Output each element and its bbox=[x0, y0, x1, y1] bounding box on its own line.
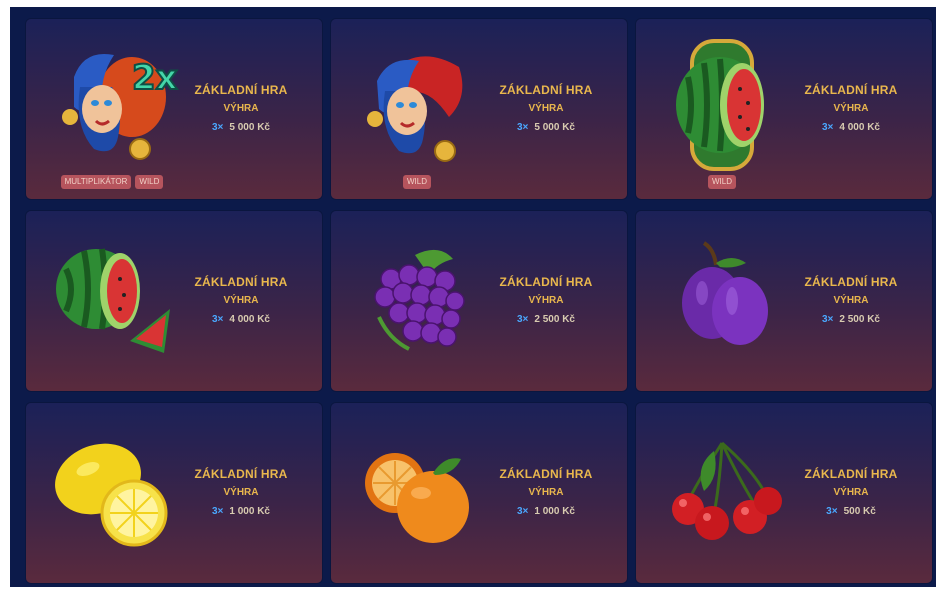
watermelon-icon bbox=[44, 229, 180, 365]
symbol-card-framed-watermelon: ZÁKLADNÍ HRA VÝHRA 3× 4 000 Kč WILD bbox=[636, 19, 932, 199]
match-count: 3× bbox=[822, 314, 834, 325]
payout-line: 3× 4 000 Kč bbox=[796, 122, 906, 134]
match-count: 3× bbox=[212, 506, 224, 517]
match-count: 3× bbox=[517, 122, 529, 133]
game-mode-label: ZÁKLADNÍ HRA bbox=[194, 275, 288, 289]
framed-watermelon-icon bbox=[654, 37, 790, 173]
win-label: VÝHRA bbox=[223, 295, 259, 306]
payout-line: 3× 2 500 Kč bbox=[796, 314, 906, 326]
symbol-badges: WILD bbox=[646, 175, 798, 189]
payout-line: 3× 4 000 Kč bbox=[186, 314, 296, 326]
win-label: VÝHRA bbox=[223, 487, 259, 498]
payout-amount: 2 500 Kč bbox=[534, 314, 575, 325]
grapes-icon bbox=[349, 229, 485, 365]
payout-line: 3× 500 Kč bbox=[796, 506, 906, 518]
badge-multiplier: MULTIPLIKÁTOR bbox=[60, 175, 132, 189]
payout-amount: 500 Kč bbox=[843, 506, 876, 517]
payout-info: ZÁKLADNÍ HRA VÝHRA 3× 2 500 Kč bbox=[491, 275, 601, 326]
cherries-icon bbox=[654, 421, 790, 557]
symbol-card-joker-2x: 2x ZÁKLADNÍ HRA VÝHRA 3× 5 000 Kč MULTIPL… bbox=[26, 19, 322, 199]
plum-icon bbox=[654, 229, 790, 365]
win-label: VÝHRA bbox=[528, 103, 564, 114]
symbol-badges: MULTIPLIKÁTOR WILD bbox=[36, 175, 188, 189]
payout-info: ZÁKLADNÍ HRA VÝHRA 3× 5 000 Kč bbox=[186, 83, 296, 134]
payout-line: 3× 1 000 Kč bbox=[491, 506, 601, 518]
payout-line: 3× 2 500 Kč bbox=[491, 314, 601, 326]
payout-amount: 1 000 Kč bbox=[229, 506, 270, 517]
payout-amount: 5 000 Kč bbox=[534, 122, 575, 133]
payout-info: ZÁKLADNÍ HRA VÝHRA 3× 500 Kč bbox=[796, 467, 906, 518]
payout-amount: 4 000 Kč bbox=[229, 314, 270, 325]
match-count: 3× bbox=[517, 506, 529, 517]
payout-info: ZÁKLADNÍ HRA VÝHRA 3× 5 000 Kč bbox=[491, 83, 601, 134]
game-mode-label: ZÁKLADNÍ HRA bbox=[499, 275, 593, 289]
orange-icon bbox=[349, 421, 485, 557]
win-label: VÝHRA bbox=[528, 487, 564, 498]
joker-icon bbox=[349, 37, 485, 173]
game-mode-label: ZÁKLADNÍ HRA bbox=[499, 83, 593, 97]
payout-amount: 2 500 Kč bbox=[839, 314, 880, 325]
lemon-icon bbox=[44, 421, 180, 557]
symbol-card-orange: ZÁKLADNÍ HRA VÝHRA 3× 1 000 Kč bbox=[331, 403, 627, 583]
badge-wild: WILD bbox=[708, 175, 736, 189]
badge-wild: WILD bbox=[135, 175, 164, 189]
payout-amount: 4 000 Kč bbox=[839, 122, 880, 133]
payout-line: 3× 5 000 Kč bbox=[491, 122, 601, 134]
joker-2x-icon: 2x bbox=[44, 37, 180, 173]
match-count: 3× bbox=[212, 314, 224, 325]
game-mode-label: ZÁKLADNÍ HRA bbox=[499, 467, 593, 481]
match-count: 3× bbox=[822, 122, 834, 133]
symbol-card-joker: ZÁKLADNÍ HRA VÝHRA 3× 5 000 Kč WILD bbox=[331, 19, 627, 199]
win-label: VÝHRA bbox=[833, 487, 869, 498]
payout-info: ZÁKLADNÍ HRA VÝHRA 3× 1 000 Kč bbox=[491, 467, 601, 518]
payout-info: ZÁKLADNÍ HRA VÝHRA 3× 1 000 Kč bbox=[186, 467, 296, 518]
paytable-panel: 2x ZÁKLADNÍ HRA VÝHRA 3× 5 000 Kč MULTIPL… bbox=[10, 7, 936, 587]
symbol-card-plum: ZÁKLADNÍ HRA VÝHRA 3× 2 500 Kč bbox=[636, 211, 932, 391]
badge-wild: WILD bbox=[403, 175, 431, 189]
payout-amount: 1 000 Kč bbox=[534, 506, 575, 517]
game-mode-label: ZÁKLADNÍ HRA bbox=[804, 275, 898, 289]
game-mode-label: ZÁKLADNÍ HRA bbox=[194, 467, 288, 481]
symbol-card-watermelon: ZÁKLADNÍ HRA VÝHRA 3× 4 000 Kč bbox=[26, 211, 322, 391]
win-label: VÝHRA bbox=[223, 103, 259, 114]
payout-line: 3× 1 000 Kč bbox=[186, 506, 296, 518]
payout-info: ZÁKLADNÍ HRA VÝHRA 3× 4 000 Kč bbox=[186, 275, 296, 326]
win-label: VÝHRA bbox=[833, 103, 869, 114]
match-count: 3× bbox=[212, 122, 224, 133]
match-count: 3× bbox=[517, 314, 529, 325]
svg-text:2x: 2x bbox=[132, 58, 178, 98]
symbol-card-lemon: ZÁKLADNÍ HRA VÝHRA 3× 1 000 Kč bbox=[26, 403, 322, 583]
game-mode-label: ZÁKLADNÍ HRA bbox=[804, 83, 898, 97]
payout-line: 3× 5 000 Kč bbox=[186, 122, 296, 134]
win-label: VÝHRA bbox=[528, 295, 564, 306]
game-mode-label: ZÁKLADNÍ HRA bbox=[804, 467, 898, 481]
win-label: VÝHRA bbox=[833, 295, 869, 306]
payout-amount: 5 000 Kč bbox=[229, 122, 270, 133]
symbol-grid: 2x ZÁKLADNÍ HRA VÝHRA 3× 5 000 Kč MULTIPL… bbox=[26, 19, 932, 585]
symbol-badges: WILD bbox=[341, 175, 493, 189]
payout-info: ZÁKLADNÍ HRA VÝHRA 3× 4 000 Kč bbox=[796, 83, 906, 134]
payout-info: ZÁKLADNÍ HRA VÝHRA 3× 2 500 Kč bbox=[796, 275, 906, 326]
match-count: 3× bbox=[826, 506, 838, 517]
symbol-card-grapes: ZÁKLADNÍ HRA VÝHRA 3× 2 500 Kč bbox=[331, 211, 627, 391]
symbol-card-cherries: ZÁKLADNÍ HRA VÝHRA 3× 500 Kč bbox=[636, 403, 932, 583]
game-mode-label: ZÁKLADNÍ HRA bbox=[194, 83, 288, 97]
